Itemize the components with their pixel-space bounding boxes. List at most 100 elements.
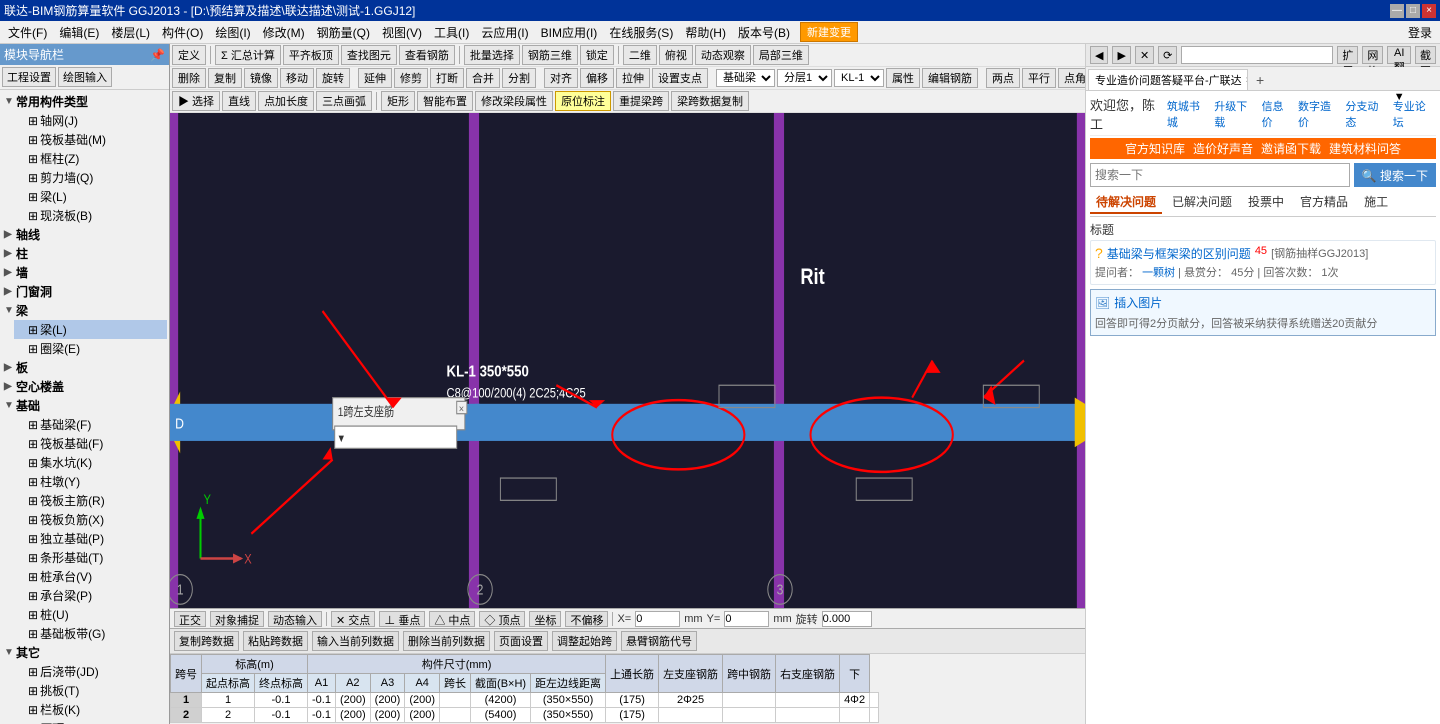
view-rebar-button[interactable]: 查看钢筋	[399, 45, 455, 65]
break-button[interactable]: 打断	[430, 68, 464, 88]
invitation-link[interactable]: 邀请函下载	[1261, 140, 1321, 157]
tree-parapet[interactable]: ⊞ 栏板(K)	[14, 700, 167, 719]
good-sound-link[interactable]: 造价好声音	[1193, 140, 1253, 157]
tree-item-ring-beam[interactable]: ⊞ 圈梁(E)	[14, 339, 167, 358]
menu-bim[interactable]: BIM应用(I)	[535, 23, 604, 42]
vertex-button[interactable]: ◇ 顶点	[479, 611, 525, 627]
row1-bottom[interactable]	[870, 693, 879, 708]
tree-item-beam[interactable]: ⊞ 梁(L)	[14, 187, 167, 206]
row1-a3[interactable]: (200)	[405, 693, 440, 708]
point-angle-button[interactable]: 点角	[1058, 68, 1085, 88]
tree-other[interactable]: ▼其它	[2, 643, 167, 662]
tree-hollow[interactable]: ▶空心楼盖	[2, 377, 167, 396]
row2-left-seat[interactable]	[723, 708, 776, 723]
row2-right-seat[interactable]	[840, 708, 870, 723]
tree-item-raft[interactable]: ⊞ 筏板基础(M)	[14, 130, 167, 149]
tree-foundation-beam[interactable]: ⊞ 基础梁(F)	[14, 415, 167, 434]
tree-common-components[interactable]: ▼常用构件类型	[2, 92, 167, 111]
mid-button[interactable]: △ 中点	[429, 611, 475, 627]
adjust-start-span-button[interactable]: 调整起始跨	[552, 631, 617, 651]
menu-draw[interactable]: 绘图(I)	[209, 23, 256, 42]
cat-tab-pending[interactable]: 待解决问题	[1090, 191, 1162, 214]
tree-cap-beam[interactable]: ⊞ 承台梁(P)	[14, 586, 167, 605]
menu-login[interactable]: 登录	[1402, 23, 1438, 42]
delete-col-data-button[interactable]: 删除当前列数据	[403, 631, 490, 651]
x-input[interactable]	[635, 611, 680, 627]
line-button[interactable]: 直线	[222, 91, 256, 111]
trim-button[interactable]: 修剪	[394, 68, 428, 88]
canvas-area[interactable]: 1 2 3 KL-1 350*550 C8@100/200(4) 2C25;4C…	[170, 113, 1085, 608]
paste-span-data-button[interactable]: 粘贴跨数据	[243, 631, 308, 651]
table-row[interactable]: 2 2 -0.1 -0.1 (200) (200) (200) (5400) (…	[171, 708, 879, 723]
dynamic-input-button[interactable]: 动态输入	[268, 611, 322, 627]
menu-version[interactable]: 版本号(B)	[732, 23, 796, 42]
add-tab-button[interactable]: +	[1250, 70, 1270, 90]
tree-item-axis[interactable]: ⊞ 轴网(J)	[14, 111, 167, 130]
address-bar[interactable]: fwxgx.com/question/qiml/list	[1181, 46, 1333, 64]
tree-neg-rebar[interactable]: ⊞ 筏板负筋(X)	[14, 510, 167, 529]
parallel-button[interactable]: 平行	[1022, 68, 1056, 88]
arc-button[interactable]: 三点画弧	[316, 91, 372, 111]
row2-span[interactable]: 2	[202, 708, 255, 723]
property-button[interactable]: 属性	[886, 68, 920, 88]
align-button[interactable]: 对齐	[544, 68, 578, 88]
meta-asker[interactable]: 一颗树	[1142, 267, 1175, 279]
row2-dist[interactable]: (175)	[606, 708, 659, 723]
row2-a1[interactable]: (200)	[335, 708, 370, 723]
menu-view[interactable]: 视图(V)	[376, 23, 428, 42]
tree-sump[interactable]: ⊞ 集水坑(K)	[14, 453, 167, 472]
in-place-note-button[interactable]: 原位标注	[555, 91, 611, 111]
row1-span[interactable]: 1	[202, 693, 255, 708]
tree-main-rebar[interactable]: ⊞ 筏板主筋(R)	[14, 491, 167, 510]
row1-end-elev[interactable]: -0.1	[308, 693, 336, 708]
coord-button[interactable]: 坐标	[529, 611, 561, 627]
row2-section[interactable]: (350×550)	[531, 708, 606, 723]
beam-name-select[interactable]: KL-1	[834, 69, 884, 87]
tree-col-cap[interactable]: ⊞ 柱墩(Y)	[14, 472, 167, 491]
tree-window[interactable]: ▶门窗洞	[2, 282, 167, 301]
menu-online[interactable]: 在线服务(S)	[603, 23, 679, 42]
cat-tab-official[interactable]: 官方精品	[1294, 191, 1354, 214]
book-city-link[interactable]: 筑城书城	[1167, 98, 1210, 130]
cat-tab-solved[interactable]: 已解决问题	[1166, 191, 1238, 214]
smart-layout-button[interactable]: 智能布置	[417, 91, 473, 111]
edit-rebar-button[interactable]: 编辑钢筋	[922, 68, 978, 88]
dynamic-obs-button[interactable]: 动态观察	[695, 45, 751, 65]
row1-a1[interactable]: (200)	[335, 693, 370, 708]
row1-start-elev[interactable]: -0.1	[255, 693, 308, 708]
floor-select[interactable]: 分层1	[777, 69, 832, 87]
expand-button[interactable]: 扩展▼	[1337, 46, 1358, 64]
stretch-button[interactable]: 拉伸	[616, 68, 650, 88]
delete-button[interactable]: 删除	[172, 68, 206, 88]
menu-cloud[interactable]: 云应用(I)	[475, 23, 534, 42]
row2-top-cont[interactable]	[659, 708, 723, 723]
row2-bottom[interactable]	[870, 708, 879, 723]
browser-stop-button[interactable]: ✕	[1135, 46, 1154, 64]
find-element-button[interactable]: 查找图元	[341, 45, 397, 65]
merge-button[interactable]: 合并	[466, 68, 500, 88]
browser-forward-button[interactable]: ▶	[1112, 46, 1130, 64]
tree-wall[interactable]: ▶墙	[2, 263, 167, 282]
branch-link[interactable]: 分支动态	[1345, 98, 1388, 130]
rotate-button[interactable]: 旋转	[316, 68, 350, 88]
module-nav-pin[interactable]: 📌	[150, 48, 165, 62]
browser-refresh-button[interactable]: ⟳	[1158, 46, 1177, 64]
menu-tools[interactable]: 工具(I)	[428, 23, 475, 42]
2d-button[interactable]: 二维	[623, 45, 657, 65]
modify-seg-prop-button[interactable]: 修改梁段属性	[475, 91, 553, 111]
beam-type-select[interactable]: 基础梁梁	[716, 69, 775, 87]
ortho-button[interactable]: 正交	[174, 611, 206, 627]
price-link[interactable]: 信息价	[1262, 98, 1294, 130]
tree-pile-cap[interactable]: ⊞ 桩承台(V)	[14, 567, 167, 586]
extend-button[interactable]: 延伸	[358, 68, 392, 88]
tree-foundation-belt[interactable]: ⊞ 基础板带(G)	[14, 624, 167, 643]
menu-help[interactable]: 帮助(H)	[679, 23, 732, 42]
row2-start-elev[interactable]: -0.1	[255, 708, 308, 723]
row1-right-seat[interactable]: 4Φ2	[840, 693, 870, 708]
tree-cantilever[interactable]: ⊞ 挑板(T)	[14, 681, 167, 700]
batch-select-button[interactable]: 批量选择	[464, 45, 520, 65]
search-button[interactable]: 🔍 搜索一下	[1354, 163, 1436, 187]
cat-tab-construction[interactable]: 施工	[1358, 191, 1394, 214]
tree-axis[interactable]: ▶轴线	[2, 225, 167, 244]
tree-column[interactable]: ▶柱	[2, 244, 167, 263]
